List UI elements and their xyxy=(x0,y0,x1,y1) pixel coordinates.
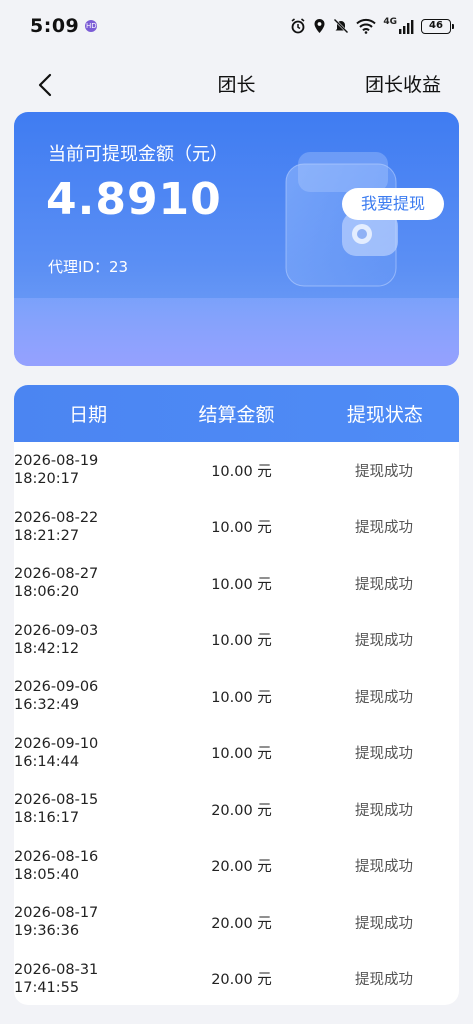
nav-bar: 团长 团长收益 xyxy=(0,56,473,112)
row-date: 2026-08-22 xyxy=(14,509,99,526)
row-datetime: 2026-08-19 18:20:17 xyxy=(14,452,164,488)
table-row: 2026-09-03 18:42:12 10.00 元 提现成功 xyxy=(14,612,459,669)
row-time: 18:16:17 xyxy=(14,810,80,827)
row-time: 18:42:12 xyxy=(14,640,80,657)
table-body: 2026-08-19 18:20:17 10.00 元 提现成功 2026-08-… xyxy=(14,442,459,1005)
row-datetime: 2026-09-06 16:32:49 xyxy=(14,678,164,714)
table-row: 2026-08-22 18:21:27 10.00 元 提现成功 xyxy=(14,499,459,556)
row-status: 提现成功 xyxy=(355,633,413,650)
table-row: 2026-08-17 19:36:36 20.00 元 提现成功 xyxy=(14,894,459,951)
row-datetime: 2026-08-22 18:21:27 xyxy=(14,509,164,545)
row-date: 2026-08-15 xyxy=(14,792,99,809)
agent-id-value: 23 xyxy=(108,258,129,276)
table-row: 2026-09-06 16:32:49 10.00 元 提现成功 xyxy=(14,668,459,725)
row-status: 提现成功 xyxy=(355,746,413,763)
balance-amount: 4.8910 xyxy=(46,174,222,225)
row-datetime: 2026-08-15 18:16:17 xyxy=(14,791,164,827)
table-row: 2026-08-27 18:06:20 10.00 元 提现成功 xyxy=(14,555,459,612)
row-amount: 10.00 元 xyxy=(211,746,272,763)
row-status: 提现成功 xyxy=(355,576,413,593)
status-icons: 4G 46 xyxy=(290,17,454,34)
row-amount: 10.00 元 xyxy=(211,633,272,650)
balance-card: 当前可提现金额（元） 4.8910 代理ID：23 我要提现 xyxy=(14,112,459,366)
agent-id-row: 代理ID：23 xyxy=(48,256,128,277)
row-time: 18:21:27 xyxy=(14,527,80,544)
row-status: 提现成功 xyxy=(355,802,413,819)
table-row: 2026-08-19 18:20:17 10.00 元 提现成功 xyxy=(14,442,459,499)
hd-badge-icon: HD xyxy=(85,20,98,32)
status-bar: 5:09 HD 4G 46 xyxy=(0,0,473,52)
column-header-amount: 结算金额 xyxy=(198,404,275,426)
row-amount: 20.00 元 xyxy=(211,915,272,932)
battery-icon: 46 xyxy=(421,18,454,34)
row-datetime: 2026-09-10 16:14:44 xyxy=(14,735,164,771)
withdraw-button[interactable]: 我要提现 xyxy=(342,188,444,220)
withdrawal-table: 日期 结算金额 提现状态 2026-08-19 18:20:17 10.00 元 … xyxy=(14,385,459,1005)
row-amount: 20.00 元 xyxy=(211,859,272,876)
row-amount: 20.00 元 xyxy=(211,802,272,819)
row-status: 提现成功 xyxy=(355,520,413,537)
wifi-icon xyxy=(356,18,377,34)
signal-icon xyxy=(399,19,414,34)
row-time: 18:06:20 xyxy=(14,584,80,601)
row-date: 2026-08-19 xyxy=(14,453,99,470)
row-time: 18:05:40 xyxy=(14,866,80,883)
balance-label: 当前可提现金额（元） xyxy=(48,144,228,165)
table-row: 2026-09-10 16:14:44 10.00 元 提现成功 xyxy=(14,725,459,782)
column-header-date: 日期 xyxy=(69,404,108,426)
row-datetime: 2026-09-03 18:42:12 xyxy=(14,622,164,658)
location-icon xyxy=(314,19,325,33)
row-date: 2026-08-27 xyxy=(14,566,99,583)
row-datetime: 2026-08-27 18:06:20 xyxy=(14,565,164,601)
row-date: 2026-08-17 xyxy=(14,905,99,922)
wallet-icon xyxy=(285,152,398,287)
row-status: 提现成功 xyxy=(355,463,413,480)
card-bottom-band xyxy=(14,298,459,366)
column-header-status: 提现状态 xyxy=(346,404,423,426)
mute-icon xyxy=(333,18,349,34)
row-date: 2026-09-10 xyxy=(14,735,99,752)
row-status: 提现成功 xyxy=(355,915,413,932)
status-time: 5:09 xyxy=(30,15,80,37)
row-datetime: 2026-08-31 17:41:55 xyxy=(14,961,164,997)
row-status: 提现成功 xyxy=(355,972,413,989)
row-date: 2026-08-31 xyxy=(14,961,99,978)
row-time: 17:41:55 xyxy=(14,979,80,996)
row-amount: 10.00 元 xyxy=(211,689,272,706)
agent-id-label: 代理ID： xyxy=(48,258,109,276)
table-header: 日期 结算金额 提现状态 xyxy=(14,385,459,442)
row-time: 16:32:49 xyxy=(14,697,80,714)
status-left: 5:09 HD xyxy=(30,15,98,37)
row-datetime: 2026-08-17 19:36:36 xyxy=(14,904,164,940)
row-date: 2026-09-06 xyxy=(14,679,99,696)
row-status: 提现成功 xyxy=(355,689,413,706)
table-row: 2026-08-16 18:05:40 20.00 元 提现成功 xyxy=(14,838,459,895)
network-label: 4G xyxy=(383,17,397,27)
row-date: 2026-08-16 xyxy=(14,848,99,865)
table-row: 2026-08-15 18:16:17 20.00 元 提现成功 xyxy=(14,781,459,838)
leader-earnings-link[interactable]: 团长收益 xyxy=(365,70,441,97)
row-amount: 10.00 元 xyxy=(211,463,272,480)
row-amount: 10.00 元 xyxy=(211,576,272,593)
alarm-icon xyxy=(291,18,305,34)
row-time: 16:14:44 xyxy=(14,753,80,770)
row-time: 18:20:17 xyxy=(14,471,80,488)
row-time: 19:36:36 xyxy=(14,923,80,940)
row-status: 提现成功 xyxy=(355,859,413,876)
row-amount: 20.00 元 xyxy=(211,972,272,989)
row-date: 2026-09-03 xyxy=(14,622,99,639)
table-row: 2026-08-31 17:41:55 20.00 元 提现成功 xyxy=(14,951,459,1006)
row-datetime: 2026-08-16 18:05:40 xyxy=(14,848,164,884)
row-amount: 10.00 元 xyxy=(211,520,272,537)
